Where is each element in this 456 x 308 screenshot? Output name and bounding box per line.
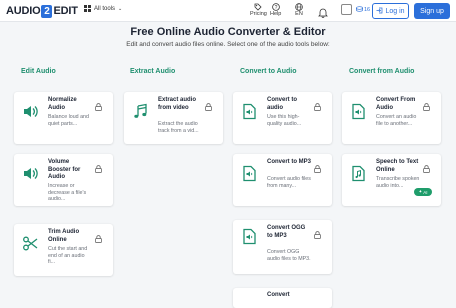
login-icon (376, 7, 383, 16)
tool-name: Volume Booster for Audio (48, 159, 81, 180)
pricing-label: Pricing (250, 11, 267, 17)
help-link[interactable]: ? Help (270, 3, 281, 17)
chevron-down-icon: ⌄ (118, 5, 123, 12)
music-file-icon (350, 165, 367, 182)
lock-icon (95, 160, 102, 173)
lock-icon (314, 226, 321, 239)
credits-count: 16 (364, 7, 371, 13)
audio2edit-logo[interactable]: AUDIO 2 EDIT (6, 4, 78, 18)
tool-description: Convert OGG audio files to MP3. (267, 249, 311, 262)
lock-icon (314, 98, 321, 111)
tool-description: Increase or decrease a file's audio... (48, 183, 87, 202)
coins-icon (356, 6, 363, 14)
tool-description: Use this high-quality audio... (267, 114, 302, 127)
column-heading-extract-audio: Extract Audio (130, 68, 176, 75)
credits-indicator[interactable]: 16 (356, 6, 370, 14)
tool-name: Convert to audio (267, 97, 297, 111)
music-note-icon (132, 103, 149, 120)
help-icon: ? (270, 3, 281, 11)
help-label: Help (270, 11, 282, 17)
column-heading-edit-audio: Edit Audio (21, 68, 56, 75)
tool-name: Extract audio from video (158, 97, 197, 111)
tool-description: Convert audio files from many... (267, 176, 311, 189)
tool-card-volume-booster[interactable]: Volume Booster for Audio Increase or dec… (14, 154, 113, 206)
logo-text-mid: 2 (41, 4, 53, 18)
scissors-icon (22, 235, 39, 252)
audio-file-icon (241, 103, 258, 120)
page-subtitle: Edit and convert audio files online. Sel… (126, 41, 330, 48)
grid-icon (84, 5, 91, 12)
login-label: Log in (385, 7, 405, 15)
tool-description: Convert an audio file to another... (376, 114, 417, 127)
logo-text-right: EDIT (53, 5, 78, 17)
tool-description: Cut the start and end of an audio fi... (48, 246, 88, 265)
globe-icon (295, 3, 303, 11)
tool-name: Trim Audio Online (48, 229, 80, 243)
tool-description: Balance loud and quiet parts... (48, 114, 89, 127)
lock-icon (95, 98, 102, 111)
lock-icon (423, 98, 430, 111)
column-heading-convert-from-audio: Convert from Audio (349, 68, 415, 75)
sparkle-icon: ✦ (418, 189, 423, 194)
logo-text-left: AUDIO (6, 5, 41, 17)
tool-name: Convert (267, 292, 290, 298)
tool-name: Normalize Audio (48, 97, 77, 111)
tool-card-convert-to-mp3[interactable]: Convert to MP3 Convert audio files from … (233, 154, 332, 206)
bell-icon[interactable] (318, 5, 328, 18)
all-tools-menu[interactable]: All tools ⌄ (84, 5, 122, 12)
signup-label: Sign up (420, 7, 444, 15)
volume-icon (22, 165, 39, 182)
lock-icon (423, 160, 430, 173)
tool-card-convert-from-audio[interactable]: Convert From Audio Convert an audio file… (342, 92, 441, 144)
tool-card-extract-audio[interactable]: Extract audio from video Extract the aud… (124, 92, 223, 144)
tool-name: Convert OGG to MP3 (267, 225, 306, 239)
lock-icon (314, 160, 321, 173)
page-title: Free Online Audio Converter & Editor (130, 26, 326, 38)
tool-description: Extract the audio track from a vid... (158, 121, 199, 134)
tool-name: Convert From Audio (376, 97, 416, 111)
tag-icon (250, 3, 267, 11)
tool-card-convert-partial[interactable]: Convert (233, 288, 332, 308)
tool-card-speech-to-text[interactable]: Speech to Text Online Transcribe spoken … (342, 154, 441, 206)
audio-file-icon (241, 165, 258, 182)
pricing-link[interactable]: Pricing (250, 3, 267, 17)
account-icon[interactable] (341, 4, 352, 15)
audio-file-icon (350, 103, 367, 120)
tool-card-normalize-audio[interactable]: Normalize Audio Balance loud and quiet p… (14, 92, 113, 144)
tool-card-convert-ogg-to-mp3[interactable]: Convert OGG to MP3 Convert OGG audio fil… (233, 220, 332, 274)
tool-card-trim-audio[interactable]: Trim Audio Online Cut the start and end … (14, 224, 113, 276)
lock-icon (95, 230, 102, 243)
signup-button[interactable]: Sign up (414, 3, 450, 19)
lock-icon (205, 98, 212, 111)
tool-description: Transcribe spoken audio into... (376, 176, 420, 189)
login-button[interactable]: Log in (372, 3, 409, 19)
language-selector[interactable]: EN (295, 3, 303, 17)
tool-card-convert-to-audio[interactable]: Convert to audio Use this high-quality a… (233, 92, 332, 144)
ai-badge-label: AI (423, 189, 428, 195)
tool-name: Speech to Text Online (376, 159, 419, 173)
audio-file-icon (241, 228, 258, 245)
svg-text:?: ? (274, 5, 277, 11)
ai-badge: ✦ AI (414, 188, 432, 196)
column-heading-convert-to-audio: Convert to Audio (240, 68, 297, 75)
tool-name: Convert to MP3 (267, 159, 312, 165)
all-tools-label: All tools (94, 5, 116, 12)
top-navbar: AUDIO 2 EDIT All tools ⌄ Pricing ? Help EN… (0, 0, 456, 22)
language-label: EN (295, 11, 303, 17)
volume-icon (22, 103, 39, 120)
